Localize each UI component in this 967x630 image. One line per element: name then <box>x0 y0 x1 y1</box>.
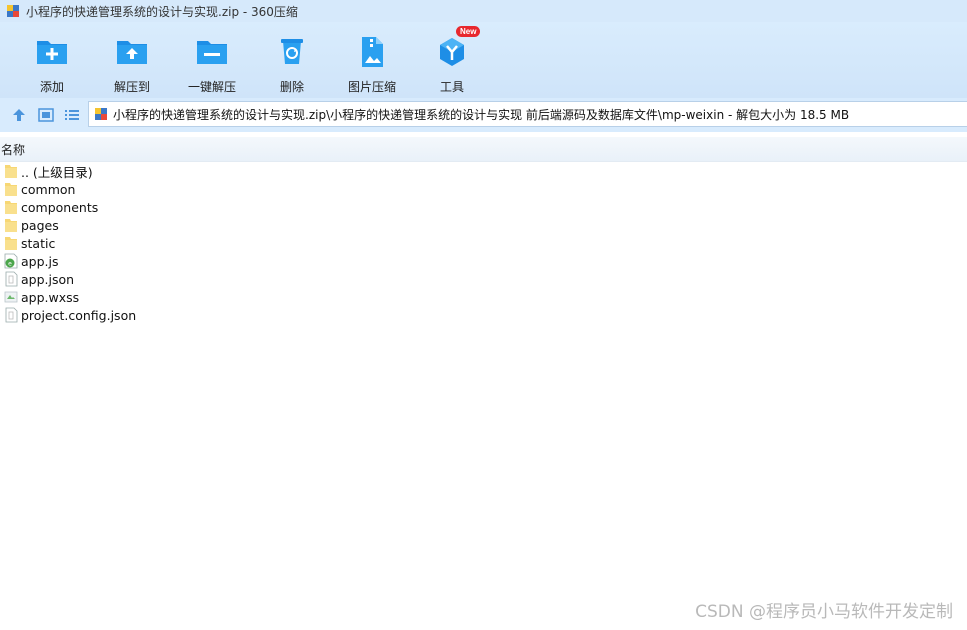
folder-icon <box>5 237 17 250</box>
js-file-icon: e <box>4 253 18 269</box>
tools-hexagon-icon <box>440 38 464 66</box>
folder-icon <box>5 201 17 214</box>
image-compress-button[interactable]: 图片压缩 <box>332 30 412 94</box>
image-compress-label: 图片压缩 <box>347 80 396 94</box>
file-name: app.wxss <box>21 289 80 305</box>
tools-button[interactable]: New 工具 <box>412 26 492 94</box>
list-item[interactable]: project.config.json <box>0 306 400 324</box>
list-item[interactable]: static <box>0 234 400 252</box>
extract-to-button[interactable]: 解压到 <box>92 30 172 94</box>
up-arrow-icon[interactable] <box>10 106 28 124</box>
wxss-file-icon <box>4 291 18 303</box>
add-folder-icon <box>37 41 67 64</box>
column-name-header[interactable]: 名称 <box>1 141 25 158</box>
column-header: 名称 <box>0 137 967 162</box>
title-bar: 小程序的快递管理系统的设计与实现.zip - 360压缩 <box>0 0 967 22</box>
file-name: app.json <box>21 271 75 287</box>
one-click-extract-label: 一键解压 <box>187 80 236 94</box>
one-click-extract-button[interactable]: 一键解压 <box>172 30 252 94</box>
list-item-parent-dir[interactable]: .. (上级目录) <box>0 162 400 180</box>
address-bar[interactable]: 小程序的快递管理系统的设计与实现.zip\小程序的快递管理系统的设计与实现 前后… <box>88 101 967 127</box>
watermark: CSDN @程序员小马软件开发定制 <box>695 602 953 622</box>
list-view-icon[interactable] <box>63 106 81 124</box>
list-item[interactable]: app.json <box>0 270 400 288</box>
archive-icon <box>7 5 19 17</box>
file-name: project.config.json <box>21 307 137 323</box>
list-item[interactable]: app.wxss <box>0 288 400 306</box>
extract-folder-icon <box>117 41 147 64</box>
file-name: pages <box>21 217 59 233</box>
image-compress-icon <box>362 37 383 67</box>
extract-to-label: 解压到 <box>113 80 150 94</box>
address-row: 小程序的快递管理系统的设计与实现.zip\小程序的快递管理系统的设计与实现 前后… <box>0 98 967 132</box>
list-item[interactable]: components <box>0 198 400 216</box>
tools-label: 工具 <box>439 80 464 94</box>
folder-icon <box>5 219 17 232</box>
window-title: 小程序的快递管理系统的设计与实现.zip - 360压缩 <box>26 4 298 19</box>
json-file-icon <box>5 271 18 287</box>
folder-icon <box>5 165 17 178</box>
address-path: 小程序的快递管理系统的设计与实现.zip\小程序的快递管理系统的设计与实现 前后… <box>113 107 850 122</box>
json-file-icon <box>5 307 18 323</box>
list-item[interactable]: e app.js <box>0 252 400 270</box>
list-item[interactable]: pages <box>0 216 400 234</box>
thumbnail-view-icon[interactable] <box>37 106 55 124</box>
list-item[interactable]: common <box>0 180 400 198</box>
file-name: .. (上级目录) <box>21 164 93 180</box>
one-click-extract-icon <box>197 41 227 64</box>
add-button[interactable]: 添加 <box>12 30 92 94</box>
archive-icon <box>95 108 107 120</box>
delete-button[interactable]: 删除 <box>252 30 332 94</box>
add-label: 添加 <box>39 80 64 94</box>
file-name: components <box>21 199 99 215</box>
file-name: app.js <box>21 253 59 269</box>
delete-label: 删除 <box>279 80 304 94</box>
file-name: static <box>21 235 56 251</box>
file-name: common <box>21 181 76 197</box>
new-badge: New <box>456 26 481 37</box>
folder-icon <box>5 183 17 196</box>
recycle-bin-icon <box>281 39 303 64</box>
toolbar: 添加 解压到 一键解压 删除 图片压缩 New 工具 <box>0 22 967 98</box>
svg-text:e: e <box>8 261 12 268</box>
